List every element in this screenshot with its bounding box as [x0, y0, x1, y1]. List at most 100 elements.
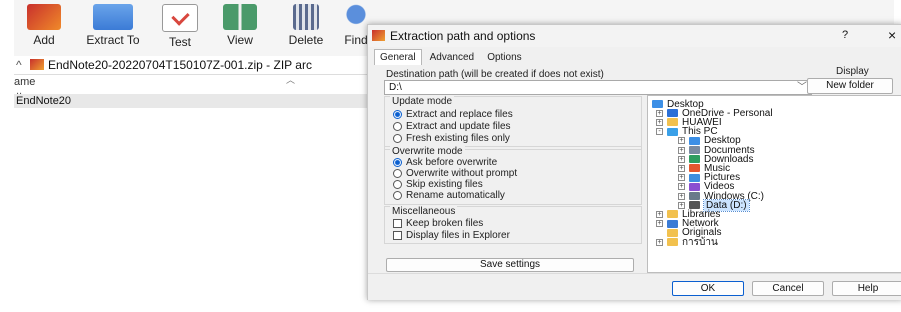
close-icon[interactable]: ×	[888, 27, 896, 43]
checkbox-icon	[393, 218, 402, 228]
network-icon	[667, 219, 678, 228]
desktop-icon	[652, 100, 663, 108]
expand-icon[interactable]: +	[656, 220, 663, 228]
folder-icon	[667, 210, 678, 219]
extraction-dialog: Extraction path and options ? × General …	[367, 24, 901, 300]
test-button[interactable]: Test	[150, 4, 210, 49]
help-button[interactable]: Help	[832, 281, 901, 296]
folder-tree[interactable]: Desktop + OneDrive - Personal + HUAWEI - This …	[647, 95, 901, 273]
up-arrow-icon[interactable]: ^	[16, 58, 22, 72]
radio-icon	[393, 121, 402, 131]
display-button[interactable]: Display	[836, 66, 869, 77]
expand-icon[interactable]: +	[656, 118, 663, 126]
videos-icon	[689, 182, 700, 191]
tree-node[interactable]: + การบ้าน	[656, 237, 718, 248]
radio-fresh-existing[interactable]: Fresh existing files only	[393, 132, 510, 144]
option-label: Ask before overwrite	[406, 156, 498, 168]
add-label: Add	[33, 33, 55, 47]
dialog-button-bar: OK Cancel Help	[368, 273, 901, 300]
expand-icon[interactable]: +	[656, 210, 663, 218]
ok-button[interactable]: OK	[672, 281, 744, 296]
overwrite-mode-group: Overwrite mode Ask before overwrite Over…	[384, 146, 642, 205]
dialog-titlebar[interactable]: Extraction path and options ? ×	[368, 25, 901, 47]
dialog-title: Extraction path and options	[390, 29, 536, 43]
expand-icon[interactable]: +	[678, 174, 685, 182]
documents-icon	[689, 146, 700, 154]
new-folder-button[interactable]: New folder	[807, 78, 893, 94]
expand-icon[interactable]: +	[678, 192, 685, 200]
option-label: Skip existing files	[406, 178, 483, 190]
view-button[interactable]: View	[210, 4, 270, 47]
option-label: Overwrite without prompt	[406, 167, 518, 179]
address-bar[interactable]: ^ EndNote20-20220704T150107Z-001.zip - Z…	[14, 56, 374, 75]
folder-icon	[667, 118, 678, 127]
file-name: EndNote20	[16, 95, 72, 107]
delete-button[interactable]: Delete	[276, 4, 336, 47]
expand-icon[interactable]: +	[656, 238, 663, 246]
tab-options[interactable]: Options	[482, 50, 526, 65]
radio-selected-icon	[393, 157, 402, 167]
find-label: Find	[344, 33, 368, 47]
downloads-icon	[689, 155, 700, 164]
radio-extract-update[interactable]: Extract and update files	[393, 120, 511, 132]
expand-icon[interactable]: +	[678, 183, 685, 191]
radio-icon	[393, 168, 402, 178]
chevron-down-icon[interactable]: ﹀	[797, 81, 807, 94]
expand-icon[interactable]: +	[678, 201, 685, 209]
destination-path-combo[interactable]: D:\ ﹀	[384, 80, 812, 95]
drive-icon	[689, 192, 700, 200]
computer-icon	[667, 127, 678, 136]
miscellaneous-title: Miscellaneous	[390, 206, 458, 217]
option-label: Keep broken files	[406, 217, 484, 229]
folder-icon	[667, 228, 678, 237]
test-label: Test	[168, 35, 191, 49]
pictures-icon	[689, 173, 700, 182]
option-label: Fresh existing files only	[406, 132, 510, 144]
tab-advanced[interactable]: Advanced	[425, 50, 479, 65]
sort-arrow-icon: ︿	[286, 75, 296, 85]
expand-icon[interactable]: +	[678, 164, 685, 172]
update-mode-title: Update mode	[390, 96, 455, 107]
checkbox-keep-broken[interactable]: Keep broken files	[393, 217, 483, 229]
dialog-tabs: General Advanced Options	[374, 49, 527, 66]
option-label: Display files in Explorer	[406, 229, 510, 241]
extract-to-button[interactable]: Extract To	[76, 4, 150, 47]
extract-to-icon	[93, 4, 133, 30]
destination-label: Destination path (will be created if doe…	[386, 69, 604, 80]
collapse-icon[interactable]: -	[656, 128, 663, 136]
test-icon	[162, 4, 198, 32]
expand-icon[interactable]: +	[678, 146, 685, 154]
cloud-icon	[667, 109, 678, 118]
extract-to-label: Extract To	[86, 33, 140, 47]
table-row[interactable]: EndNote20	[14, 94, 369, 108]
radio-rename-automatically[interactable]: Rename automatically	[393, 189, 505, 201]
option-label: Rename automatically	[406, 189, 505, 201]
winrar-icon	[372, 30, 385, 41]
desktop-icon	[689, 136, 700, 145]
view-icon	[223, 4, 257, 30]
radio-icon	[393, 133, 402, 143]
folder-icon	[667, 238, 678, 246]
expand-icon[interactable]: +	[678, 137, 685, 145]
expand-icon[interactable]: +	[678, 155, 685, 163]
checkbox-display-in-explorer[interactable]: Display files in Explorer	[393, 229, 510, 241]
delete-icon	[293, 4, 319, 30]
help-icon[interactable]: ?	[842, 29, 848, 41]
file-list[interactable]: .. EndNote20	[14, 85, 374, 307]
radio-icon	[393, 179, 402, 189]
cancel-button[interactable]: Cancel	[752, 281, 824, 296]
music-icon	[689, 164, 700, 173]
add-button[interactable]: Add	[14, 4, 74, 47]
tab-general[interactable]: General	[374, 49, 422, 65]
option-label: Extract and update files	[406, 120, 511, 132]
expand-icon[interactable]: +	[656, 109, 663, 117]
column-header-name[interactable]: ame ︿	[14, 75, 374, 89]
add-icon	[27, 4, 61, 30]
archive-icon	[30, 59, 44, 70]
update-mode-group: Update mode Extract and replace files Ex…	[384, 96, 642, 150]
view-label: View	[227, 33, 253, 47]
destination-path-value: D:\	[389, 82, 402, 93]
delete-label: Delete	[288, 33, 324, 47]
radio-extract-replace[interactable]: Extract and replace files	[393, 108, 513, 120]
save-settings-button[interactable]: Save settings	[386, 258, 634, 272]
